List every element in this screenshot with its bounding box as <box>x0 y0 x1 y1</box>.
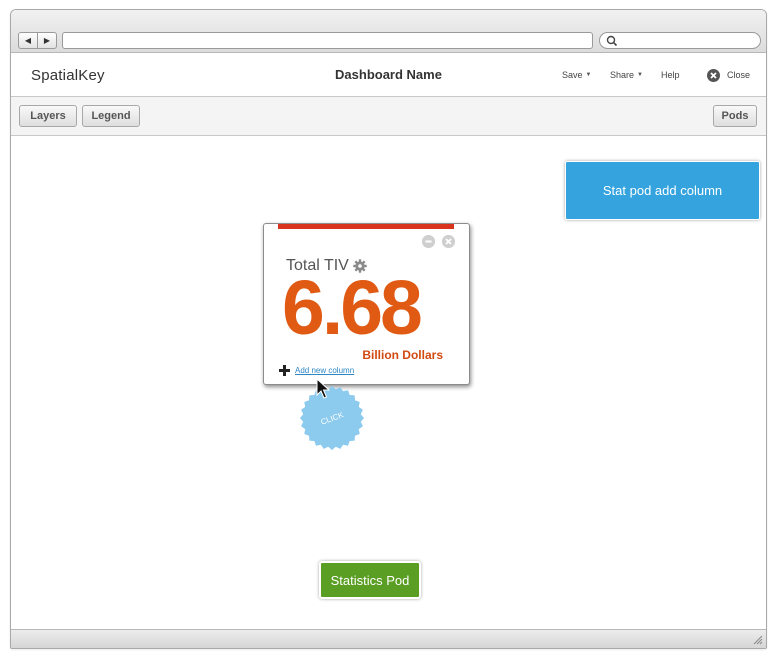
app-header: SpatialKey Dashboard Name Save ▼ Share ▼… <box>11 53 766 97</box>
save-menu[interactable]: Save ▼ <box>562 70 591 80</box>
search-field[interactable] <box>599 32 761 49</box>
close-pod-icon[interactable] <box>442 235 455 248</box>
dashboard-canvas: Stat pod add column Total TIV 6.68 Billi… <box>11 136 766 629</box>
nav-button-group: ◀ ▶ <box>18 32 57 49</box>
close-label: Close <box>727 70 751 80</box>
close-button[interactable]: Close <box>727 70 750 80</box>
dashboard-toolbar: Layers Legend Pods <box>11 97 766 136</box>
click-indicator: CLICK <box>300 386 364 450</box>
forward-button[interactable]: ▶ <box>37 33 56 48</box>
chevron-down-icon: ▼ <box>585 72 592 78</box>
chevron-down-icon: ▼ <box>637 72 643 78</box>
share-menu[interactable]: Share ▼ <box>610 70 643 80</box>
pointer-cursor-icon <box>316 378 330 399</box>
dashboard-title: Dashboard Name <box>335 67 442 82</box>
add-new-column-link[interactable]: Add new column <box>295 366 354 375</box>
back-button[interactable]: ◀ <box>19 33 37 48</box>
stat-unit: Billion Dollars <box>362 348 443 362</box>
stat-pod-add-column-note: Stat pod add column <box>565 161 760 220</box>
forward-icon: ▶ <box>43 35 51 45</box>
url-field[interactable] <box>62 32 593 49</box>
statistics-pod-note: Statistics Pod <box>319 561 421 599</box>
pod-accent-bar <box>278 224 454 229</box>
stat-pod[interactable]: Total TIV 6.68 Billion Dollars Add new c… <box>263 223 470 385</box>
plus-icon[interactable] <box>279 365 290 376</box>
help-label: Help <box>661 70 680 80</box>
minimize-icon[interactable] <box>422 235 435 248</box>
resize-grip-icon[interactable] <box>753 635 763 645</box>
legend-button[interactable]: Legend <box>82 105 140 127</box>
close-icon[interactable] <box>707 69 720 82</box>
save-menu-label: Save <box>562 70 583 80</box>
pods-button[interactable]: Pods <box>713 105 757 127</box>
help-link[interactable]: Help <box>661 70 680 80</box>
share-menu-label: Share <box>610 70 635 80</box>
search-icon <box>606 35 618 47</box>
stat-value: 6.68 <box>282 265 423 351</box>
status-bar <box>11 629 766 648</box>
layers-button[interactable]: Layers <box>19 105 77 127</box>
browser-toolbar: ◀ ▶ <box>11 10 766 53</box>
back-icon: ◀ <box>24 35 32 45</box>
browser-window: ◀ ▶ SpatialKey Dashboard Name Save ▼ Sha… <box>10 9 767 649</box>
app-logo: SpatialKey <box>31 67 105 84</box>
